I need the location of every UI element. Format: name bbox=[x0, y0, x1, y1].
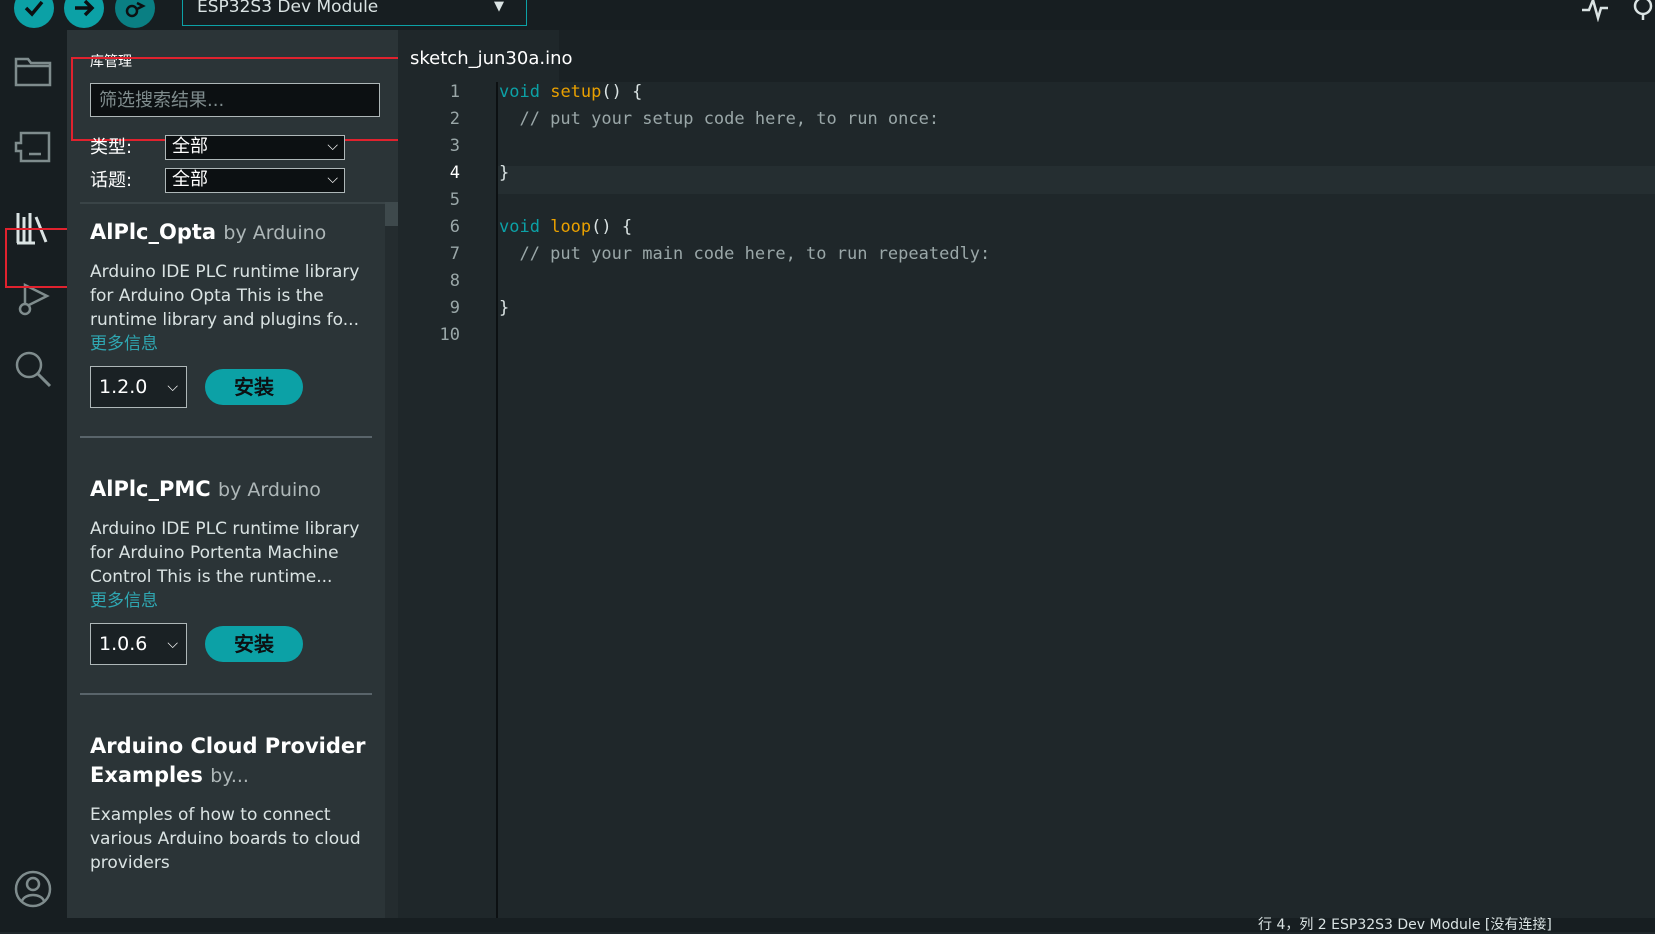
serial-plotter-icon[interactable] bbox=[1580, 0, 1610, 26]
library-manager-highlight bbox=[5, 228, 71, 288]
code-line: } bbox=[499, 163, 510, 183]
debug-icon[interactable] bbox=[115, 0, 155, 28]
library-author: by Arduino bbox=[218, 479, 321, 501]
line-number: 1 bbox=[449, 82, 460, 102]
toolbar: ESP32S3 Dev Module ▼ bbox=[0, 0, 1655, 30]
verify-icon[interactable] bbox=[14, 0, 54, 28]
line-number: 5 bbox=[449, 190, 460, 210]
line-number: 9 bbox=[449, 298, 460, 318]
more-info-link[interactable]: 更多信息 bbox=[90, 589, 370, 613]
version-select[interactable]: 1.2.0 ⌵ bbox=[90, 366, 187, 408]
account-icon[interactable] bbox=[10, 866, 56, 912]
line-number: 10 bbox=[439, 325, 460, 345]
topic-filter-select[interactable]: 全部 ⌵ bbox=[165, 168, 345, 193]
library-controls: 1.0.6 ⌵ 安装 bbox=[90, 623, 370, 667]
more-info-link[interactable]: 更多信息 bbox=[90, 332, 370, 356]
search-input[interactable] bbox=[90, 83, 380, 117]
library-description: Arduino IDE PLC runtime library for Ardu… bbox=[90, 519, 360, 587]
code-comment: // put your setup code here, to run once… bbox=[499, 109, 940, 129]
board-selector[interactable]: ESP32S3 Dev Module ▼ bbox=[182, 0, 527, 26]
scrollbar[interactable] bbox=[385, 202, 398, 918]
line-number: 7 bbox=[449, 244, 460, 264]
serial-monitor-icon[interactable] bbox=[1630, 0, 1655, 26]
divider bbox=[80, 202, 385, 204]
chevron-down-icon: ⌵ bbox=[167, 636, 178, 652]
code-line: void loop() { bbox=[499, 217, 632, 237]
topic-filter-value: 全部 bbox=[172, 169, 208, 190]
library-author: by Arduino bbox=[223, 222, 327, 244]
chevron-down-icon: ▼ bbox=[494, 0, 504, 14]
library-author: by... bbox=[210, 765, 249, 787]
divider bbox=[80, 436, 372, 438]
version-select[interactable]: 1.0.6 ⌵ bbox=[90, 623, 187, 665]
divider bbox=[80, 693, 372, 695]
library-item: AlPlc_PMC by Arduino Arduino IDE PLC run… bbox=[90, 475, 370, 667]
code-function: loop bbox=[550, 217, 592, 237]
library-name: AlPlc_Opta bbox=[90, 220, 217, 244]
current-line-highlight bbox=[498, 166, 1655, 194]
library-manager-panel: 库管理 类型: 全部 ⌵ 话题: 全部 ⌵ AlPlc_Opta by Ardu… bbox=[67, 30, 398, 918]
status-text: 行 4，列 2 ESP32S3 Dev Module [没有连接] bbox=[1258, 917, 1552, 933]
folder-icon[interactable] bbox=[10, 48, 56, 94]
chevron-down-icon: ⌵ bbox=[327, 171, 338, 187]
code-text: () { bbox=[591, 217, 633, 237]
type-filter-value: 全部 bbox=[172, 136, 208, 157]
line-number: 2 bbox=[449, 109, 460, 129]
line-number: 3 bbox=[449, 136, 460, 156]
code-comment: // put your main code here, to run repea… bbox=[499, 244, 991, 264]
activity-bar bbox=[0, 30, 71, 932]
chevron-down-icon: ⌵ bbox=[327, 138, 338, 154]
tab-sketch[interactable]: sketch_jun30a.ino bbox=[398, 30, 573, 82]
install-button[interactable]: 安装 bbox=[205, 626, 303, 662]
version-value: 1.2.0 bbox=[99, 376, 148, 398]
version-value: 1.0.6 bbox=[99, 633, 148, 655]
library-description: Arduino IDE PLC runtime library for Ardu… bbox=[90, 262, 360, 330]
code-editor[interactable]: 1 2 3 4 5 6 7 8 9 10 void setup() { // p… bbox=[398, 82, 1655, 918]
panel-title: 库管理 bbox=[90, 54, 132, 70]
install-button[interactable]: 安装 bbox=[205, 369, 303, 405]
type-filter-select[interactable]: 全部 ⌵ bbox=[165, 135, 345, 160]
code-keyword: void bbox=[499, 82, 540, 102]
code-function: setup bbox=[550, 82, 602, 102]
chevron-down-icon: ⌵ bbox=[167, 379, 178, 395]
upload-icon[interactable] bbox=[64, 0, 104, 28]
code-text: () { bbox=[601, 82, 643, 102]
topic-filter-label: 话题: bbox=[90, 170, 133, 191]
scrollbar-thumb[interactable] bbox=[385, 202, 398, 226]
gutter-separator bbox=[496, 82, 498, 918]
code-line: } bbox=[499, 298, 510, 318]
boards-manager-icon[interactable] bbox=[10, 124, 56, 170]
board-label: ESP32S3 Dev Module bbox=[197, 0, 379, 17]
code-keyword: void bbox=[499, 217, 540, 237]
status-bar: 行 4，列 2 ESP32S3 Dev Module [没有连接] bbox=[0, 917, 1655, 933]
library-name: AlPlc_PMC bbox=[90, 477, 211, 501]
library-controls: 1.2.0 ⌵ 安装 bbox=[90, 366, 370, 410]
line-number-active: 4 bbox=[449, 163, 460, 183]
code-line: void setup() { bbox=[499, 82, 642, 102]
library-item: Arduino Cloud Provider Examples by... Ex… bbox=[90, 732, 370, 875]
line-number: 8 bbox=[449, 271, 460, 291]
line-number: 6 bbox=[449, 217, 460, 237]
library-item: AlPlc_Opta by Arduino Arduino IDE PLC ru… bbox=[90, 218, 370, 410]
library-description: Examples of how to connect various Ardui… bbox=[90, 805, 361, 873]
type-filter-label: 类型: bbox=[90, 137, 133, 158]
search-icon[interactable] bbox=[10, 346, 56, 392]
editor-tab-bar: sketch_jun30a.ino bbox=[398, 30, 1655, 82]
